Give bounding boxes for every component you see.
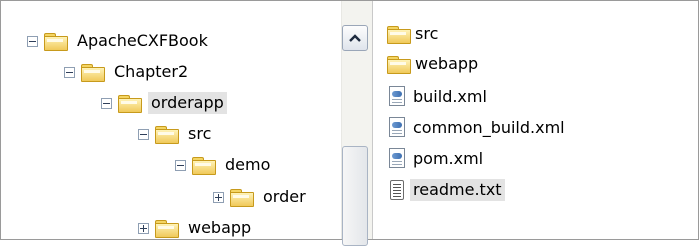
tree-node-src[interactable]: src <box>138 121 214 147</box>
chevron-up-icon <box>349 34 361 42</box>
file-item-label: src <box>415 24 439 43</box>
tree-node-orderapp[interactable]: orderapp <box>101 90 227 116</box>
file-item-label: webapp <box>415 54 479 73</box>
folder-icon <box>387 55 411 74</box>
folder-icon <box>387 25 411 44</box>
tree-node-label: orderapp <box>148 92 227 114</box>
tree-node-order[interactable]: order <box>213 184 309 210</box>
tree-node-webapp[interactable]: webapp <box>138 215 254 239</box>
file-item-label: readme.txt <box>410 179 505 201</box>
explorer-window: ApacheCXFBook Chapter2 orderapp src demo… <box>0 0 699 246</box>
collapse-icon[interactable] <box>138 128 149 140</box>
file-item-common-build-xml[interactable]: common_build.xml <box>387 115 568 141</box>
tree-node-label: src <box>188 124 212 143</box>
file-item-pom-xml[interactable]: pom.xml <box>387 146 486 172</box>
xml-file-icon <box>389 86 407 108</box>
file-list: src webapp build.xml common_build.xml po… <box>373 1 698 239</box>
file-item-label: common_build.xml <box>413 118 565 137</box>
folder-icon <box>192 156 216 175</box>
text-file-icon <box>389 179 407 201</box>
file-item-label: pom.xml <box>413 149 484 168</box>
collapse-icon[interactable] <box>101 97 112 109</box>
file-item-webapp[interactable]: webapp <box>387 51 481 77</box>
scrollbar-thumb[interactable] <box>342 146 368 246</box>
tree-node-label: ApacheCXFBook <box>77 31 208 50</box>
collapse-icon[interactable] <box>175 159 186 171</box>
tree-node-label: webapp <box>188 218 252 237</box>
file-item-build-xml[interactable]: build.xml <box>387 84 490 110</box>
tree-node-demo[interactable]: demo <box>175 152 273 178</box>
tree-node-label: demo <box>225 155 271 174</box>
tree-node-label: order <box>263 187 306 206</box>
folder-icon <box>155 219 179 238</box>
tree-node-label: Chapter2 <box>114 62 189 81</box>
file-item-src[interactable]: src <box>387 21 441 47</box>
file-item-label: build.xml <box>413 87 487 106</box>
folder-icon <box>155 125 179 144</box>
folder-icon <box>230 188 254 207</box>
xml-file-icon <box>389 117 407 139</box>
scroll-up-button[interactable] <box>342 25 368 51</box>
folder-icon <box>81 63 105 82</box>
collapse-icon[interactable] <box>27 35 38 47</box>
collapse-icon[interactable] <box>64 66 75 78</box>
folder-open-icon <box>118 94 142 113</box>
tree-node-chapter2[interactable]: Chapter2 <box>64 59 191 85</box>
folder-tree: ApacheCXFBook Chapter2 orderapp src demo… <box>1 1 341 239</box>
expand-icon[interactable] <box>213 191 224 203</box>
file-item-readme-txt[interactable]: readme.txt <box>387 177 505 203</box>
xml-file-icon <box>389 148 407 170</box>
tree-node-apachecxfbook[interactable]: ApacheCXFBook <box>27 28 211 54</box>
expand-icon[interactable] <box>138 222 149 234</box>
folder-icon <box>44 32 68 51</box>
